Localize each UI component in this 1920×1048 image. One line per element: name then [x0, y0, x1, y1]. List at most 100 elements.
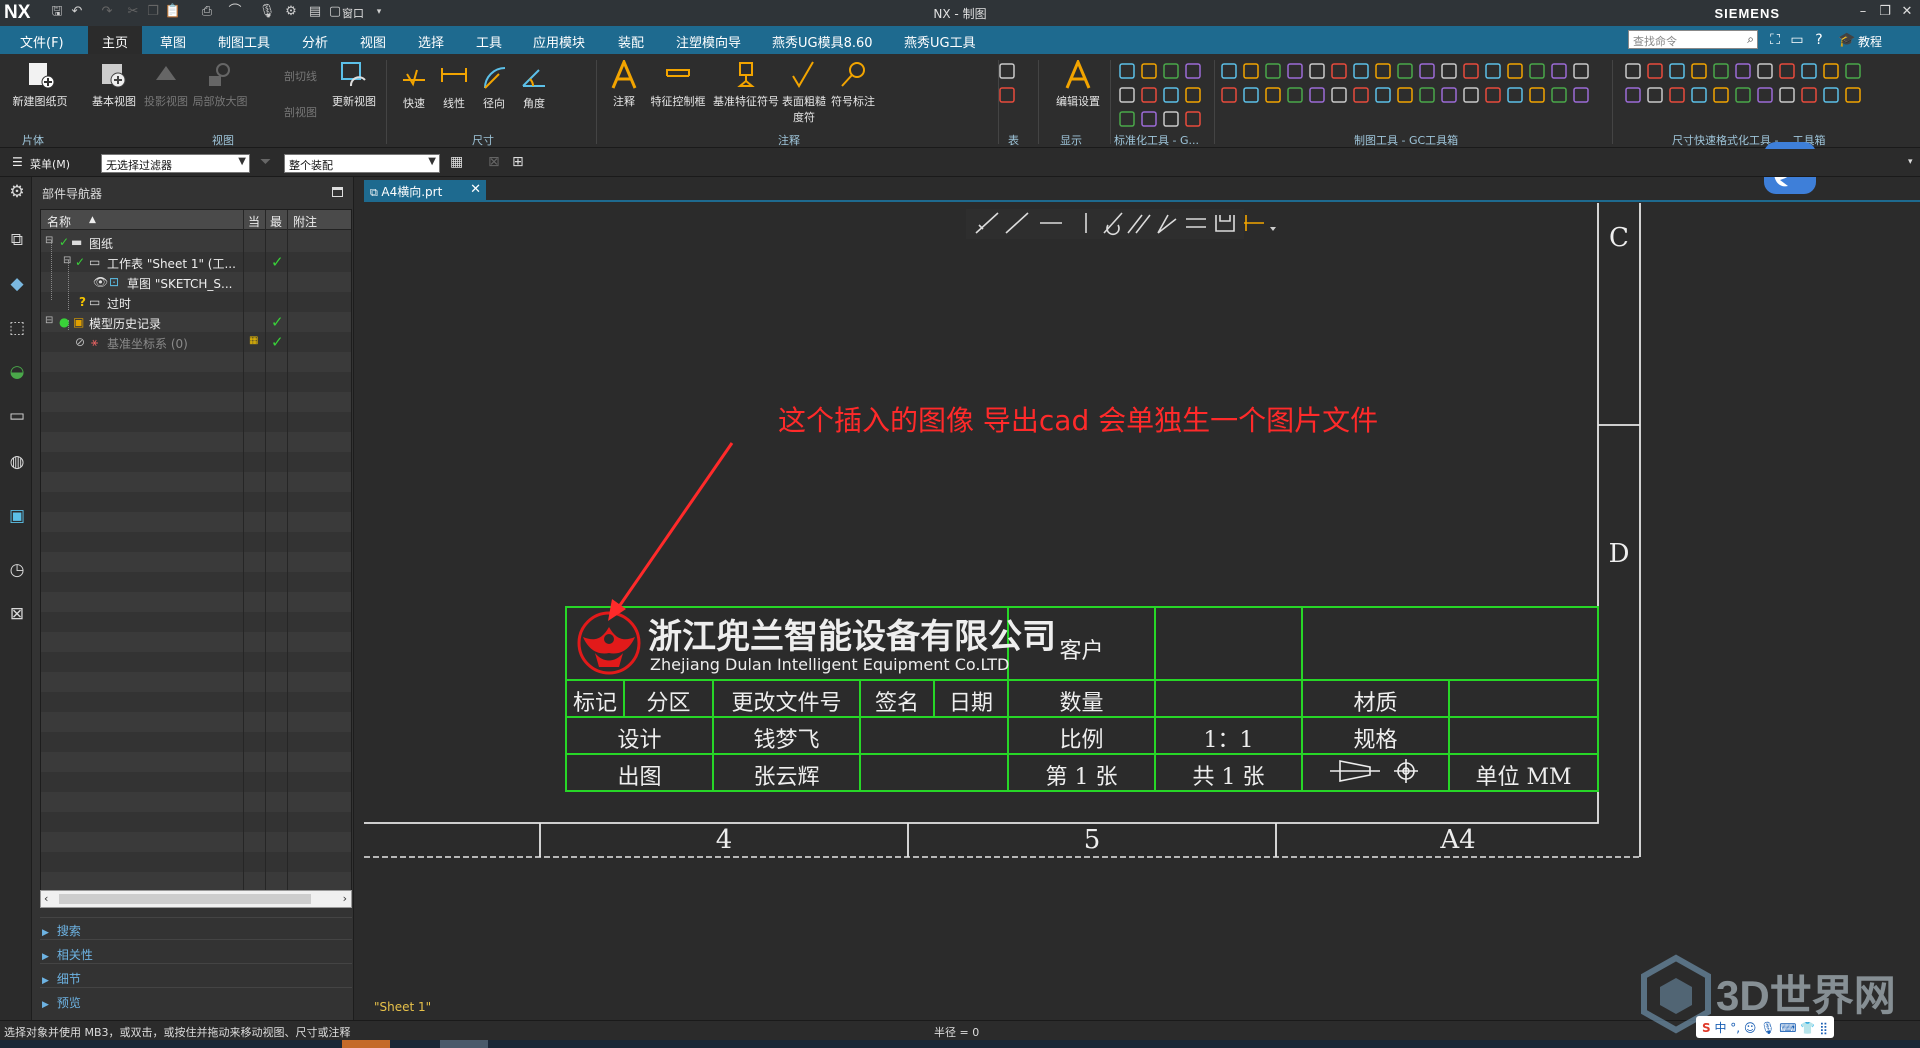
divider [40, 987, 352, 988]
document-tab[interactable]: ⧉ A4横向.prt ✕ [364, 180, 486, 202]
tree-row-sheet[interactable]: ⊟ ✓ ▭ 工作表 "Sheet 1" (工... ✓ [41, 252, 351, 272]
customer-label: 客户 [1059, 639, 1104, 664]
menu-dropdown[interactable]: 菜单(M) [30, 156, 70, 172]
ribbon-tool-icon [1529, 63, 1545, 79]
ribbon-tool-icon [999, 87, 1015, 103]
tutorial-link[interactable]: 教程 [1858, 33, 1882, 50]
tree-row-sketch[interactable]: 👁 ⊡ 草图 "SKETCH_S... [41, 272, 351, 292]
assembly-scope-select[interactable]: 整个装配 ▼ [284, 154, 440, 173]
scroll-thumb[interactable] [59, 894, 311, 904]
column-current[interactable]: 当 [248, 213, 260, 230]
ribbon-tool-icon [1163, 63, 1179, 79]
gear-icon[interactable]: ⚙ [6, 181, 28, 203]
navigator-tree[interactable]: 名称 ▲ 当 最 附注 ⊟ ✓ ▬ 图纸 ⊟ ✓ ▭ 工作表 "Sheet 1"… [40, 209, 352, 899]
tree-row-datum-csys[interactable]: ⊘ ⚹ 基准坐标系 (0) ▦ ✓ [41, 332, 351, 352]
history-icon[interactable]: ▣ [6, 505, 28, 527]
search-icon[interactable]: ⌕ [1747, 32, 1754, 47]
tree-row-label: 模型历史记录 [89, 317, 162, 331]
tree-row-drawings[interactable]: ⊟ ✓ ▬ 图纸 [41, 232, 351, 252]
menu-home[interactable]: 主页 [88, 26, 143, 54]
status-check-icon: ✓ [271, 313, 284, 331]
minimize-button[interactable]: – [1852, 3, 1874, 21]
reuse-library-icon[interactable]: ◒ [6, 361, 28, 383]
maximize-icon[interactable] [332, 187, 343, 197]
hd3d-icon[interactable]: ▭ [6, 405, 28, 427]
section-search[interactable]: ▶ 搜索 [42, 922, 81, 939]
selection-scope-icon[interactable]: ▦ [450, 154, 463, 170]
constraint-navigator-icon[interactable]: ◆ [6, 273, 28, 295]
system-materials-icon[interactable]: ⊠ [6, 603, 28, 625]
menu-sketch[interactable]: 草图 [160, 32, 186, 51]
document-tab-bar: ⧉ A4横向.prt ✕ [364, 180, 1920, 202]
menu-yanxiu-tools[interactable]: 燕秀UG工具 [904, 32, 976, 51]
ribbon-tool-icon [1625, 87, 1641, 103]
ribbon-tool-icon [1163, 111, 1179, 127]
menu-icon[interactable]: ☰ [12, 155, 23, 169]
scroll-left-icon[interactable]: ‹ [44, 892, 48, 905]
collapse-icon[interactable]: ⊟ [45, 315, 53, 326]
ribbon-tool-icon [1801, 87, 1817, 103]
menu-view[interactable]: 视图 [360, 32, 386, 51]
layout-icon[interactable]: ▭ [1788, 31, 1806, 49]
section-details[interactable]: ▶ 细节 [42, 970, 81, 987]
ribbon-tool-icon [1141, 87, 1157, 103]
command-search-input[interactable]: 查找命令 ⌕ [1628, 30, 1758, 49]
siemens-logo: SIEMENS [1714, 6, 1780, 21]
close-button[interactable]: ✕ [1896, 3, 1918, 21]
clock-icon[interactable]: ◷ [6, 559, 28, 581]
column-latest[interactable]: 最 [270, 213, 282, 230]
section-dependencies[interactable]: ▶ 相关性 [42, 946, 93, 963]
collapse-icon[interactable]: ⊟ [63, 255, 71, 266]
part-navigator: 部件导航器 名称 ▲ 当 最 附注 ⊟ ✓ ▬ 图纸 ⊟ ✓ ▭ 工作表 "Sh… [32, 177, 354, 1020]
sheet-icon: ▭ [89, 255, 101, 269]
web-browser-icon[interactable]: ◍ [6, 451, 28, 473]
scroll-right-icon[interactable]: › [343, 892, 347, 905]
sogou-icon[interactable]: S [1702, 1021, 1711, 1035]
sort-icon[interactable]: ▲ [89, 215, 96, 225]
tutorial-icon[interactable]: 🎓 [1838, 31, 1856, 49]
restore-button[interactable]: ❐ [1874, 3, 1896, 21]
assembly-navigator-icon[interactable]: ⧉ [6, 229, 28, 251]
menu-assembly[interactable]: 装配 [618, 32, 644, 51]
ribbon-tool-icon [1397, 63, 1413, 79]
filter-icon[interactable]: ⏷ [260, 154, 271, 170]
menu-file[interactable]: 文件(F) [20, 32, 64, 51]
chevron-down-icon[interactable]: ▾ [1908, 157, 1913, 167]
ribbon-tool-icon [1353, 63, 1369, 79]
ribbon-tool-icon [1507, 87, 1523, 103]
ribbon-tool-icon [1573, 63, 1589, 79]
graphics-window[interactable]: 浙江兜兰智能设备有限公司 Zhejiang Dulan Intelligent … [364, 203, 1920, 1020]
horizontal-scrollbar[interactable]: ‹ › [40, 890, 352, 908]
column-notes[interactable]: 附注 [293, 213, 317, 230]
menu-mold-wizard[interactable]: 注塑模向导 [676, 32, 741, 51]
snap-point-toolbar[interactable] [966, 209, 1276, 239]
column-name[interactable]: 名称 [47, 213, 71, 230]
menu-application[interactable]: 应用模块 [533, 32, 585, 51]
menu-tools[interactable]: 工具 [476, 32, 502, 51]
part-navigator-icon[interactable]: ⬚ [6, 317, 28, 339]
tree-row-outdated[interactable]: ? ▭ 过时 [41, 292, 351, 312]
menu-analysis[interactable]: 分析 [302, 32, 328, 51]
annotation-text: 这个插入的图像 导出cad 会单独生一个图片文件 [778, 404, 1379, 437]
collapse-icon[interactable]: ⊟ [45, 235, 53, 246]
menu-select[interactable]: 选择 [418, 32, 444, 51]
chevron-down-icon [1270, 227, 1276, 231]
deselect-icon[interactable]: ⊠ [488, 154, 500, 170]
type-filter-select[interactable]: 无选择过滤器 ▼ [101, 154, 250, 173]
ribbon-small-icons[interactable] [0, 54, 1920, 148]
section-preview[interactable]: ▶ 预览 [42, 994, 81, 1011]
menu-drafting-tools[interactable]: 制图工具 [218, 32, 270, 51]
menu-yanxiu-mold[interactable]: 燕秀UG模具8.60 [772, 32, 873, 51]
tree-row-model-history[interactable]: ⊟ ● ▣ 模型历史记录 ✓ [41, 312, 351, 332]
snap-icon[interactable]: ⊞ [512, 154, 524, 170]
ribbon-tool-icon [1691, 63, 1707, 79]
close-tab-icon[interactable]: ✕ [470, 182, 481, 197]
help-icon[interactable]: ? [1810, 31, 1828, 49]
ime-toolbar[interactable]: S 中 °, ☺ 🎙 ⌨ 👕 ⣿ [1696, 1016, 1834, 1038]
ribbon-tool-icon [1243, 87, 1259, 103]
hidden-eye-icon: ⊘ [75, 335, 86, 349]
drawing-sheet[interactable] [364, 203, 1920, 1020]
eye-icon: 👁 [93, 275, 109, 289]
status-icon: ▦ [249, 335, 259, 346]
fullscreen-icon[interactable]: ⛶ [1766, 31, 1784, 49]
